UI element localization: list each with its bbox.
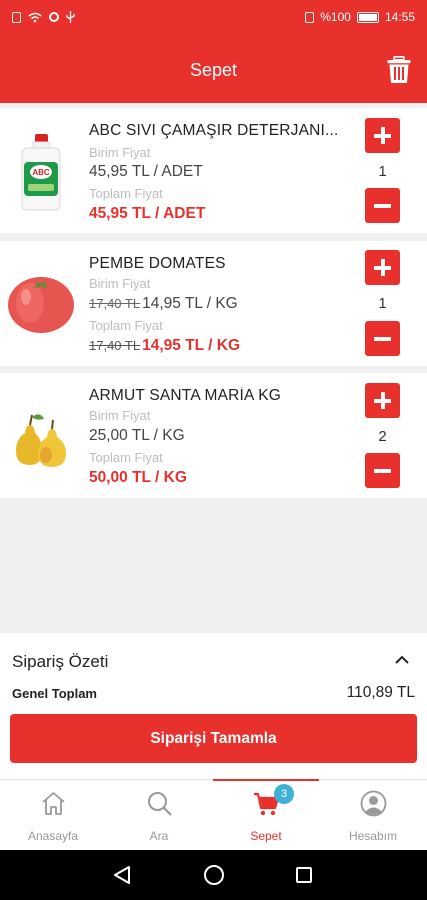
tab-account[interactable]: Hesabım <box>320 780 426 851</box>
wifi-icon <box>28 12 42 22</box>
cart-item: ABC ABC SIVI ÇAMAŞIR DETERJANI... Birim … <box>0 108 427 233</box>
back-icon[interactable] <box>113 866 131 884</box>
increase-quantity-button[interactable] <box>365 250 400 285</box>
unit-price: 17,40 TL 14,95 TL / KG <box>89 295 238 313</box>
tab-label: Sepet <box>250 829 282 843</box>
battery-icon <box>356 11 379 23</box>
search-icon <box>148 792 172 816</box>
cart-item: PEMBE DOMATES Birim Fiyat 17,40 TL 14,95 … <box>0 241 427 366</box>
quantity: 1 <box>378 163 387 180</box>
tab-cart[interactable]: 3 Sepet <box>213 779 319 851</box>
decrease-quantity-button[interactable] <box>365 453 400 488</box>
decrease-quantity-button[interactable] <box>365 188 400 223</box>
product-name[interactable]: ARMUT SANTA MARİA KG <box>89 387 349 405</box>
bottom-tab-bar: Anasayfa Ara 3 Sepet Hesabım <box>0 779 427 850</box>
svg-text:ABC: ABC <box>32 168 50 177</box>
total-price-label: Toplam Fiyat <box>89 186 163 201</box>
unit-price-label: Birim Fiyat <box>89 276 151 291</box>
tomato-image <box>8 277 74 333</box>
total-price-value: 45,95 TL / ADET <box>89 205 206 222</box>
tab-home[interactable]: Anasayfa <box>0 780 106 851</box>
app-bar: Sepet <box>0 36 427 103</box>
increase-quantity-button[interactable] <box>365 383 400 418</box>
total-price-label: Toplam Fiyat <box>89 450 163 465</box>
tab-search[interactable]: Ara <box>106 780 212 851</box>
tab-label: Hesabım <box>348 829 398 843</box>
status-icons-left <box>12 11 75 23</box>
cart-badge: 3 <box>274 784 294 804</box>
unit-price-label: Birim Fiyat <box>89 145 151 160</box>
tab-label: Anasayfa <box>27 829 79 843</box>
total-price: 50,00 TL / KG <box>89 469 187 487</box>
home-button-icon[interactable] <box>204 865 224 885</box>
usb-icon <box>66 11 75 23</box>
unit-price: 45,95 TL / ADET <box>89 163 203 181</box>
battery-percent: %100 <box>320 10 351 24</box>
total-old-price: 17,40 TL <box>89 338 141 353</box>
total-price: 45,95 TL / ADET <box>89 205 205 223</box>
tab-label: Ara <box>149 829 169 843</box>
unit-price: 25,00 TL / KG <box>89 427 185 445</box>
sim-icon <box>12 11 21 23</box>
unit-price-value: 14,95 TL / KG <box>142 295 238 312</box>
chevron-up-icon[interactable] <box>395 653 409 667</box>
unit-old-price: 17,40 TL <box>89 296 141 311</box>
grand-total-value: 110,89 TL <box>346 684 415 701</box>
nfc-icon <box>305 11 315 23</box>
total-price-value: 50,00 TL / KG <box>89 469 187 486</box>
status-bar: %100 14:55 <box>0 0 427 36</box>
total-price: 17,40 TL 14,95 TL / KG <box>89 337 240 355</box>
status-icons-right: %100 14:55 <box>305 10 415 24</box>
pear-image <box>16 414 66 467</box>
settings-icon <box>49 12 59 22</box>
cart-item: ARMUT SANTA MARİA KG Birim Fiyat 25,00 T… <box>0 373 427 498</box>
complete-order-button[interactable]: Siparişi Tamamla <box>10 714 417 763</box>
trash-icon[interactable] <box>387 56 411 84</box>
detergent-image: ABC <box>21 134 61 211</box>
increase-quantity-button[interactable] <box>365 118 400 153</box>
order-summary: Sipariş Özeti Genel Toplam 110,89 TL Sip… <box>0 633 427 779</box>
unit-price-value: 45,95 TL / ADET <box>89 163 203 180</box>
quantity: 2 <box>378 428 387 445</box>
summary-title: Sipariş Özeti <box>12 652 109 671</box>
quantity: 1 <box>378 295 387 312</box>
home-icon <box>42 792 65 815</box>
unit-price-label: Birim Fiyat <box>89 408 151 423</box>
product-name[interactable]: ABC SIVI ÇAMAŞIR DETERJANI... <box>89 122 349 140</box>
clock: 14:55 <box>384 10 415 24</box>
decrease-quantity-button[interactable] <box>365 321 400 356</box>
system-nav-bar <box>0 850 427 900</box>
account-icon <box>360 790 387 817</box>
page-title: Sepet <box>189 60 238 80</box>
total-price-label: Toplam Fiyat <box>89 318 163 333</box>
recent-apps-icon[interactable] <box>296 867 312 883</box>
product-name[interactable]: PEMBE DOMATES <box>89 255 349 273</box>
total-price-value: 14,95 TL / KG <box>142 337 241 354</box>
grand-total-label: Genel Toplam <box>12 686 97 701</box>
unit-price-value: 25,00 TL / KG <box>89 427 185 444</box>
